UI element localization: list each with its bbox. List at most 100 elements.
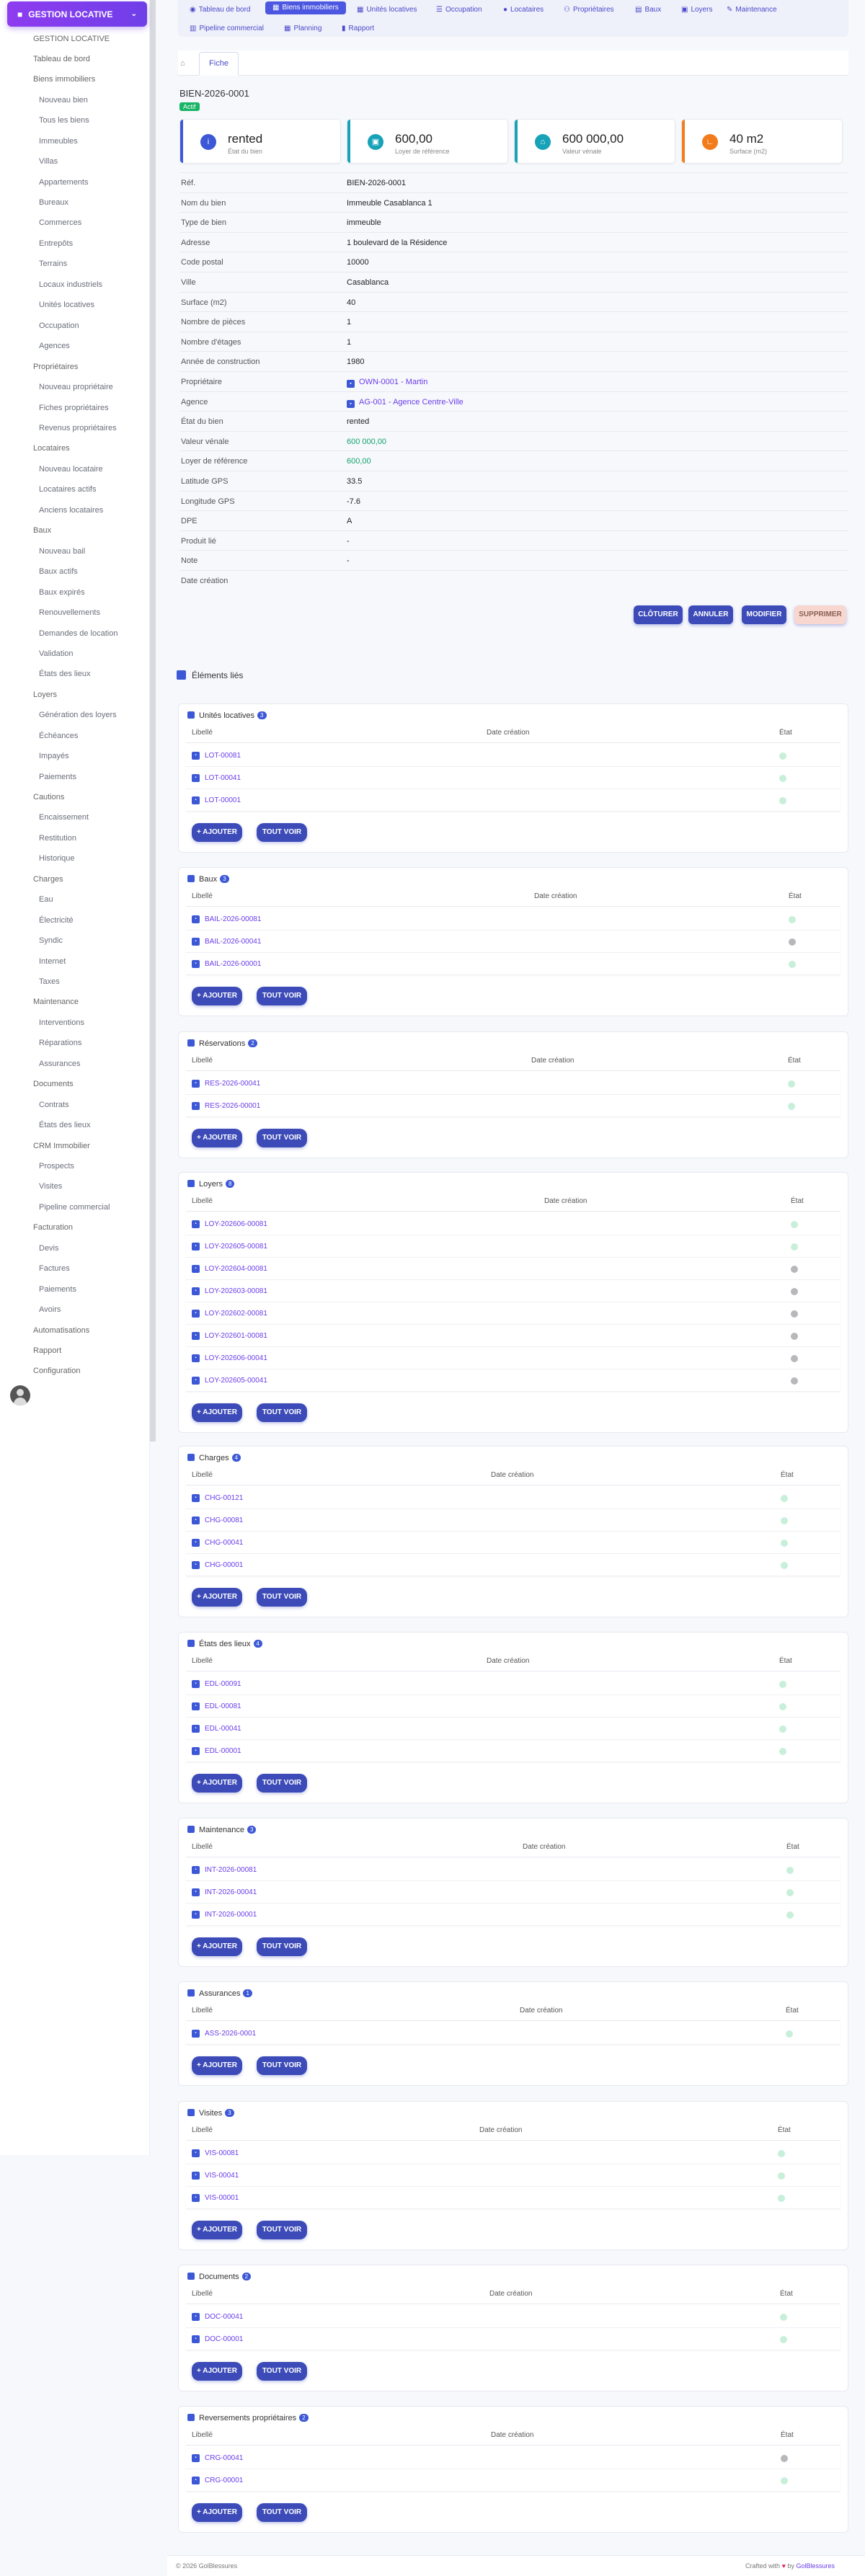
topnav-biens-immobiliers[interactable]: ▦ Biens immobiliers <box>265 1 346 14</box>
topnav-loyers[interactable]: ▣ Loyers <box>678 4 716 17</box>
sidebar-item-bureaux[interactable]: Bureaux <box>39 198 68 207</box>
table-row[interactable]: ▪ VIS-00001 <box>186 2187 840 2209</box>
table-row[interactable]: ▪ BAIL-2026-00001 <box>186 953 840 975</box>
table-row[interactable]: ▪ LOY-202602-00081 <box>186 1302 840 1325</box>
sidebar-item-unites-locatives[interactable]: Unités locatives <box>39 301 94 309</box>
sidebar-item-syndic[interactable]: Syndic <box>39 936 63 945</box>
sidebar-item-demandes-de-location[interactable]: Demandes de location <box>39 629 117 638</box>
view-all-button[interactable]: TOUT VOIR <box>257 1588 307 1607</box>
sidebar-item-encaissement[interactable]: Encaissement <box>39 813 89 822</box>
view-all-button[interactable]: TOUT VOIR <box>257 1403 307 1422</box>
add-button[interactable]: + AJOUTER <box>192 823 242 842</box>
sidebar-item-crm-immobilier[interactable]: CRM Immobilier <box>33 1142 90 1150</box>
row-link[interactable]: EDL-00041 <box>205 1725 241 1733</box>
topnav-baux[interactable]: ▤ Baux <box>631 4 665 17</box>
table-row[interactable]: ▪ CHG-00121 <box>186 1487 840 1509</box>
delete-button[interactable]: SUPPRIMER <box>794 605 846 624</box>
footer-brand-link[interactable]: GolBlessures <box>796 2562 835 2570</box>
add-button[interactable]: + AJOUTER <box>192 1129 242 1147</box>
sidebar-item-proprietaires[interactable]: Propriétaires <box>33 363 78 371</box>
sidebar-item-impayes[interactable]: Impayés <box>39 752 69 760</box>
sidebar-item-entrepots[interactable]: Entrepôts <box>39 239 73 248</box>
table-row[interactable]: ▪ INT-2026-00041 <box>186 1881 840 1904</box>
add-button[interactable]: + AJOUTER <box>192 987 242 1005</box>
add-button[interactable]: + AJOUTER <box>192 1403 242 1422</box>
topnav-maintenance[interactable]: ✎ Maintenance <box>723 4 781 17</box>
table-row[interactable]: ▪ INT-2026-00001 <box>186 1904 840 1926</box>
add-button[interactable]: + AJOUTER <box>192 1588 242 1607</box>
table-row[interactable]: ▪ EDL-00081 <box>186 1695 840 1718</box>
sidebar-item-interventions[interactable]: Interventions <box>39 1018 84 1027</box>
table-row[interactable]: ▪ EDL-00041 <box>186 1718 840 1740</box>
view-all-button[interactable]: TOUT VOIR <box>257 1129 307 1147</box>
edit-button[interactable]: MODIFIER <box>742 605 786 624</box>
sidebar-item-occupation[interactable]: Occupation <box>39 321 79 330</box>
sidebar-item-reparations[interactable]: Réparations <box>39 1039 81 1047</box>
table-row[interactable]: ▪ LOY-202606-00041 <box>186 1347 840 1369</box>
topnav-unites-locatives[interactable]: ▦ Unités locatives <box>353 4 420 17</box>
sidebar-item-renouvellements[interactable]: Renouvellements <box>39 608 100 617</box>
add-button[interactable]: + AJOUTER <box>192 2221 242 2239</box>
topnav-pipeline-commercial[interactable]: ▥ Pipeline commercial <box>186 22 267 35</box>
sidebar-item-etats-des-lieux[interactable]: États des lieux <box>39 670 91 678</box>
user-avatar[interactable] <box>10 1385 30 1405</box>
table-row[interactable]: ▪ VIS-00041 <box>186 2164 840 2187</box>
detail-value[interactable]: ▪ AG-001 - Agence Centre-Ville <box>347 398 463 408</box>
add-button[interactable]: + AJOUTER <box>192 1937 242 1956</box>
sidebar-item-maintenance[interactable]: Maintenance <box>33 998 79 1006</box>
table-row[interactable]: ▪ LOY-202604-00081 <box>186 1258 840 1280</box>
sidebar-item-echeances[interactable]: Échéances <box>39 732 78 740</box>
close-button[interactable]: CLÔTURER <box>634 605 683 624</box>
sidebar-item-configuration[interactable]: Configuration <box>33 1367 80 1375</box>
sidebar-item-baux[interactable]: Baux <box>33 526 51 535</box>
sidebar-item-assurances[interactable]: Assurances <box>39 1060 80 1068</box>
row-link[interactable]: LOY-202605-00081 <box>205 1243 267 1251</box>
row-link[interactable]: LOY-202606-00081 <box>205 1220 267 1228</box>
sidebar-item-biens-immobiliers[interactable]: Biens immobiliers <box>33 75 95 84</box>
row-link[interactable]: INT-2026-00041 <box>205 1888 257 1896</box>
topnav-planning[interactable]: ▦ Planning <box>280 22 325 35</box>
row-link[interactable]: VIS-00041 <box>205 2172 239 2180</box>
row-link[interactable]: LOY-202601-00081 <box>205 1332 267 1340</box>
table-row[interactable]: ▪ DOC-00041 <box>186 2306 840 2328</box>
sidebar-item-etats-des-lieux[interactable]: États des lieux <box>39 1121 91 1129</box>
sidebar-item-appartements[interactable]: Appartements <box>39 178 88 187</box>
sidebar-item-prospects[interactable]: Prospects <box>39 1162 74 1171</box>
sidebar-item-locataires[interactable]: Locataires <box>33 444 70 453</box>
topnav-rapport[interactable]: ▮ Rapport <box>338 22 378 35</box>
row-link[interactable]: INT-2026-00001 <box>205 1911 257 1919</box>
row-link[interactable]: LOY-202605-00041 <box>205 1377 267 1385</box>
sidebar-item-automatisations[interactable]: Automatisations <box>33 1326 89 1335</box>
table-row[interactable]: ▪ CRG-00041 <box>186 2447 840 2469</box>
sidebar-item-revenus-proprietaires[interactable]: Revenus propriétaires <box>39 424 117 432</box>
row-link[interactable]: LOT-00041 <box>205 774 241 782</box>
topnav-locataires[interactable]: ● Locataires <box>500 4 547 17</box>
sidebar-item-taxes[interactable]: Taxes <box>39 977 60 986</box>
sidebar-item-commerces[interactable]: Commerces <box>39 218 81 227</box>
table-row[interactable]: ▪ CRG-00001 <box>186 2469 840 2492</box>
table-row[interactable]: ▪ INT-2026-00081 <box>186 1859 840 1881</box>
view-all-button[interactable]: TOUT VOIR <box>257 1774 307 1793</box>
sidebar-item-generation-des-loyers[interactable]: Génération des loyers <box>39 711 117 719</box>
table-row[interactable]: ▪ LOY-202606-00081 <box>186 1213 840 1235</box>
sidebar-item-rapport[interactable]: Rapport <box>33 1346 61 1355</box>
add-button[interactable]: + AJOUTER <box>192 2362 242 2381</box>
table-row[interactable]: ▪ BAIL-2026-00041 <box>186 931 840 953</box>
row-link[interactable]: LOY-202602-00081 <box>205 1310 267 1318</box>
view-all-button[interactable]: TOUT VOIR <box>257 987 307 1005</box>
row-link[interactable]: VIS-00081 <box>205 2149 239 2157</box>
sidebar-item-baux-actifs[interactable]: Baux actifs <box>39 567 78 576</box>
view-all-button[interactable]: TOUT VOIR <box>257 2056 307 2075</box>
table-row[interactable]: ▪ DOC-00001 <box>186 2328 840 2350</box>
row-link[interactable]: BAIL-2026-00041 <box>205 938 261 946</box>
table-row[interactable]: ▪ BAIL-2026-00081 <box>186 908 840 931</box>
sidebar-item-charges[interactable]: Charges <box>33 875 63 884</box>
sidebar-item-avoirs[interactable]: Avoirs <box>39 1305 61 1314</box>
table-row[interactable]: ▪ ASS-2026-0001 <box>186 2022 840 2045</box>
sidebar-item-anciens-locataires[interactable]: Anciens locataires <box>39 506 103 515</box>
sidebar-item-paiements[interactable]: Paiements <box>39 773 76 781</box>
view-all-button[interactable]: TOUT VOIR <box>257 1937 307 1956</box>
row-link[interactable]: BAIL-2026-00001 <box>205 960 261 968</box>
sidebar-item-villas[interactable]: Villas <box>39 157 58 166</box>
cancel-button[interactable]: ANNULER <box>688 605 733 624</box>
